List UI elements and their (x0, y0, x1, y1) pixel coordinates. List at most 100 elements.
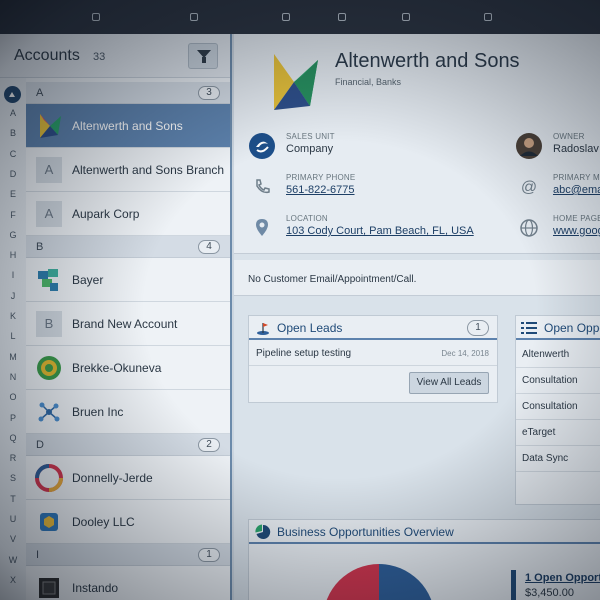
account-row-aupark[interactable]: A Aupark Corp (26, 192, 230, 236)
alpha-letter-q[interactable]: Q (0, 433, 26, 443)
alpha-letter-t[interactable]: T (0, 494, 26, 504)
opportunity-row[interactable]: Data Sync (516, 446, 600, 472)
alpha-letter-all[interactable]: # (4, 86, 21, 103)
section-header-i: I 1 (26, 544, 230, 566)
toolbar-item-2[interactable] (190, 12, 202, 23)
alpha-letter-e[interactable]: E (0, 189, 26, 199)
account-title: Altenwerth and Sons (335, 50, 520, 72)
account-industry: Financial, Banks (335, 77, 402, 87)
home-page-link[interactable]: www.goog (553, 225, 600, 237)
toolbar-icon (402, 13, 410, 21)
opportunity-row[interactable]: Consultation (516, 394, 600, 420)
account-row-dooley[interactable]: Dooley LLC (26, 500, 230, 544)
account-header: Altenwerth and Sons Financial, Banks SAL… (234, 34, 600, 254)
account-detail-panel: Altenwerth and Sons Financial, Banks SAL… (234, 34, 600, 600)
toolbar-icon (190, 13, 198, 21)
account-initial-avatar: B (36, 311, 62, 337)
account-row-altenwerth-branch[interactable]: A Altenwerth and Sons Branch (26, 148, 230, 192)
opportunities-overview-card: Business Opportunities Overview 1 Open O… (248, 519, 600, 600)
account-row-donnelly[interactable]: Donnelly-Jerde (26, 456, 230, 500)
opportunity-row[interactable]: Consultation (516, 368, 600, 394)
account-row-instando[interactable]: Instando (26, 566, 230, 600)
overview-header: Business Opportunities Overview (249, 520, 600, 544)
alpha-letter-c[interactable]: C (0, 149, 26, 159)
overview-pie-chart (326, 564, 432, 600)
account-name: Donnelly-Jerde (72, 471, 153, 485)
account-name: Altenwerth and Sons (72, 119, 183, 133)
alpha-letter-v[interactable]: V (0, 534, 26, 544)
toolbar-item-6[interactable] (484, 12, 496, 23)
pie-slice-blue (379, 564, 432, 600)
alpha-letter-b[interactable]: B (0, 128, 26, 138)
toolbar-item-3[interactable] (282, 12, 294, 23)
alpha-letter-p[interactable]: P (0, 413, 26, 423)
alpha-letter-m[interactable]: M (0, 352, 26, 362)
primary-mail-link[interactable]: abc@ema (553, 184, 600, 196)
top-toolbar (0, 0, 600, 34)
pie-slice-red (326, 564, 379, 600)
alpha-letter-k[interactable]: K (0, 311, 26, 321)
alpha-letter-a[interactable]: A (0, 108, 26, 118)
account-row-bayer[interactable]: Bayer (26, 258, 230, 302)
account-name: Aupark Corp (72, 207, 140, 221)
section-count: 3 (198, 86, 220, 100)
alpha-letter-s[interactable]: S (0, 473, 26, 483)
alpha-letter-h[interactable]: H (0, 250, 26, 260)
pie-chart-icon (255, 524, 271, 539)
account-initial-avatar: A (36, 201, 62, 227)
owner-avatar[interactable] (515, 132, 543, 160)
activity-message: No Customer Email/Appointment/Call. (248, 274, 417, 285)
account-name: Brekke-Okuneva (72, 361, 162, 375)
alpha-letter-r[interactable]: R (0, 453, 26, 463)
alpha-letter-l[interactable]: L (0, 331, 26, 341)
toolbar-icon (92, 13, 100, 21)
accounts-header: Accounts 33 (0, 34, 230, 78)
alpha-letter-d[interactable]: D (0, 169, 26, 179)
primary-phone-link[interactable]: 561-822-6775 (286, 184, 355, 196)
alpha-letter-f[interactable]: F (0, 210, 26, 220)
sales-unit-icon (249, 133, 275, 159)
open-opportunities-header: Open Oppo (516, 316, 600, 340)
section-count: 4 (198, 240, 220, 254)
view-all-leads-button[interactable]: View All Leads (409, 372, 489, 394)
toolbar-item-5[interactable] (402, 12, 414, 23)
alpha-letter-n[interactable]: N (0, 372, 26, 382)
account-row-bruen[interactable]: Bruen Inc (26, 390, 230, 434)
location-link[interactable]: 103 Cody Court, Pam Beach, FL, USA (286, 225, 474, 237)
altenwerth-logo-icon (40, 114, 61, 138)
lead-row[interactable]: Pipeline setup testing Dec 14, 2018 (249, 342, 497, 366)
account-name: Dooley LLC (72, 515, 135, 529)
alpha-letter-u[interactable]: U (0, 514, 26, 524)
account-name: Brand New Account (72, 317, 178, 331)
alpha-letter-x[interactable]: X (0, 575, 26, 585)
toolbar-item-1[interactable] (92, 12, 104, 23)
account-name: Bruen Inc (72, 405, 124, 419)
filter-button[interactable] (188, 43, 218, 69)
opportunity-row[interactable]: eTarget (516, 420, 600, 446)
section-count: 2 (198, 438, 220, 452)
open-leads-card: Open Leads 1 Pipeline setup testing Dec … (248, 315, 498, 403)
account-logo-icon (274, 54, 318, 110)
alphabet-index: # AB CDE FGHI JKL MNO PQRS TUV WX (0, 78, 26, 600)
accounts-count: 33 (93, 51, 106, 63)
overview-legend-link[interactable]: 1 Open Opport (525, 572, 600, 584)
alpha-letter-g[interactable]: G (0, 230, 26, 240)
donnelly-logo-icon (35, 464, 63, 492)
account-name: Bayer (72, 273, 104, 287)
opportunity-row[interactable]: Altenwerth (516, 342, 600, 368)
open-leads-title: Open Leads (277, 321, 343, 335)
account-row-altenwerth[interactable]: Altenwerth and Sons (26, 104, 230, 148)
instando-logo-icon (39, 578, 59, 598)
toolbar-item-4[interactable] (338, 12, 350, 23)
alpha-letter-j[interactable]: J (0, 291, 26, 301)
alpha-letter-w[interactable]: W (0, 555, 26, 565)
alpha-letter-o[interactable]: O (0, 392, 26, 402)
section-header-a: A 3 (26, 82, 230, 104)
toolbar-icon (338, 13, 346, 21)
alpha-letter-i[interactable]: I (0, 270, 26, 280)
account-name: Instando (72, 581, 119, 595)
account-row-brekke[interactable]: Brekke-Okuneva (26, 346, 230, 390)
dooley-logo-icon (40, 513, 58, 531)
account-row-brand-new[interactable]: B Brand New Account (26, 302, 230, 346)
location-pin-icon (256, 219, 268, 236)
